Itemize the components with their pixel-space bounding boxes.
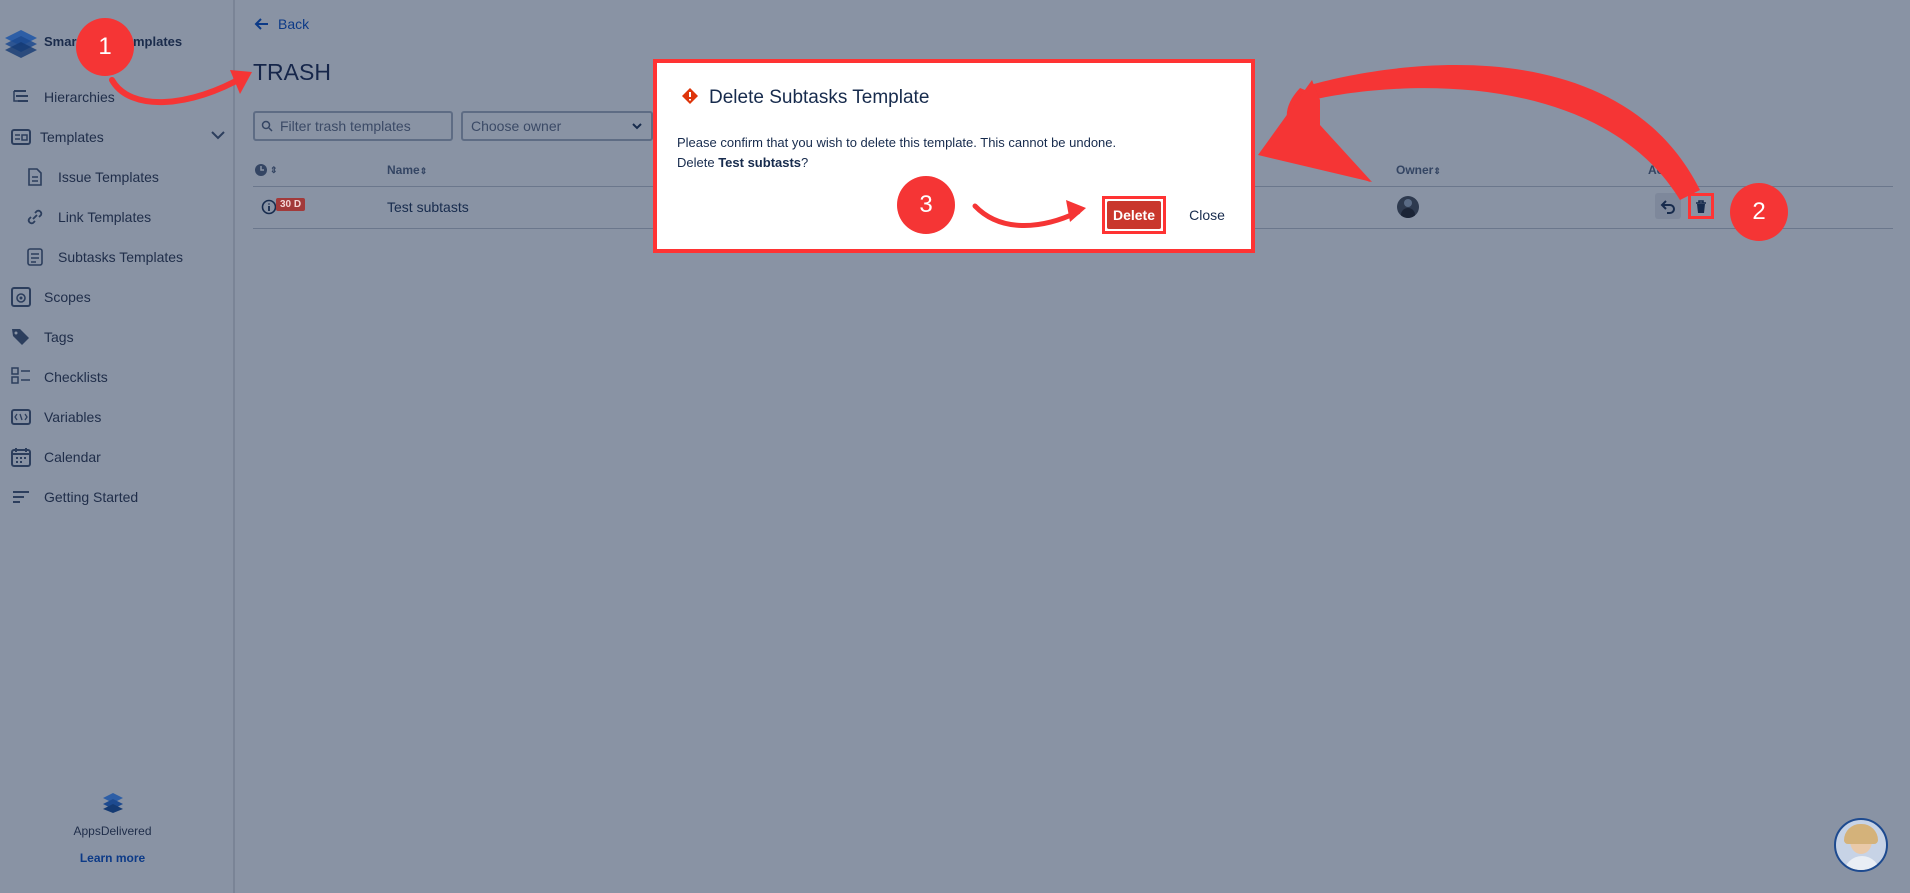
annotation-arrows	[109, 65, 1700, 229]
step-1-marker: 1	[76, 18, 134, 76]
step-2-marker: 2	[1730, 183, 1788, 241]
step-3-marker: 3	[897, 176, 955, 234]
